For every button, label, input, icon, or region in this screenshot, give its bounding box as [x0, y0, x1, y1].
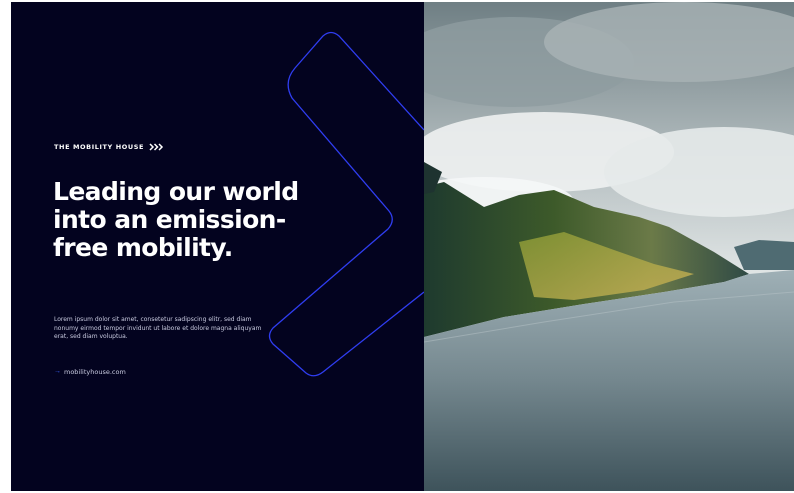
arrow-right-icon: → — [54, 368, 61, 375]
brand-name: THE MOBILITY HOUSE — [54, 143, 145, 151]
website-link-text[interactable]: mobilityhouse.com — [64, 368, 126, 376]
fjord-landscape-image — [424, 2, 794, 491]
website-link[interactable]: → mobilityhouse.com — [54, 368, 126, 376]
hero-body-text: Lorem ipsum dolor sit amet, consetetur s… — [54, 316, 262, 340]
slide: THE MOBILITY HOUSE Leading our world int… — [0, 0, 794, 493]
triple-chevron-icon — [149, 143, 164, 151]
dark-content-panel: THE MOBILITY HOUSE Leading our world int… — [11, 2, 424, 491]
hero-headline: Leading our world into an emission-free … — [53, 177, 299, 262]
brand-logo: THE MOBILITY HOUSE — [54, 143, 164, 151]
